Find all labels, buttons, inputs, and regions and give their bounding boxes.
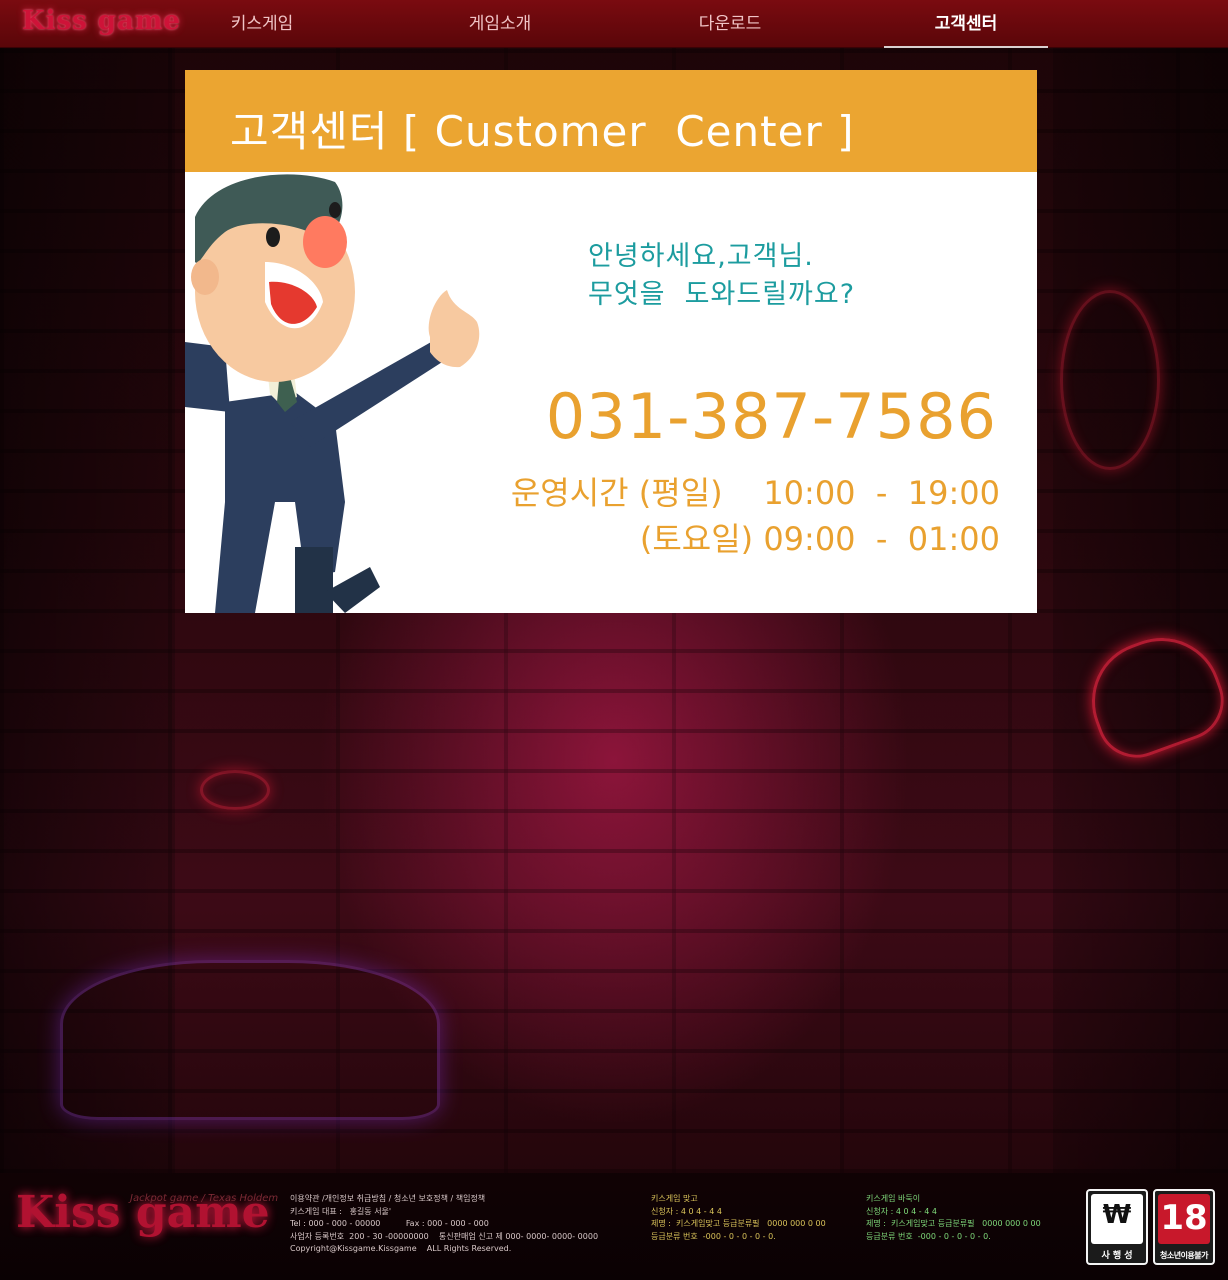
background-shade-right	[1053, 48, 1228, 1173]
greeting-text: 안녕하세요,고객님. 무엇을 도와드릴까요?	[588, 238, 855, 314]
footer-text-line: 키스게임 맞고	[651, 1194, 698, 1203]
footer-policy-links[interactable]: 이용약관 /개인정보 취급방침 / 청소년 보호정책 / 책임정책	[290, 1193, 598, 1206]
page-title: 고객센터 [ Customer Center ]	[230, 107, 855, 156]
panel-header: 고객센터 [ Customer Center ]	[185, 70, 1037, 172]
footer-text-line: 제명 : 키스게임맞고 등급분류필 0000 000 0 00	[866, 1219, 1041, 1228]
badge-label: 사 행 성	[1101, 1251, 1133, 1261]
footer-text-line: 신청자 : 4 0 4 - 4 4	[651, 1206, 722, 1216]
hours-saturday: (토요일) 09:00 - 01:00	[639, 520, 1000, 558]
top-navigation-bar: Kiss game 키스게임 게임소개 다운로드 고객센터	[0, 0, 1228, 48]
customer-center-panel: 고객센터 [ Customer Center ] 안녕하세요,고객님. 무엇을 …	[185, 70, 1037, 613]
neon-decoration	[60, 960, 440, 1120]
neon-decoration	[1060, 290, 1160, 470]
footer-text-line: Tel : 000 - 000 - 00000 Fax : 000 - 000 …	[290, 1219, 489, 1228]
gambling-rating-badge: ₩ 사 행 성	[1086, 1189, 1148, 1265]
footer-text-line: 등급분류 번호 -000 - 0 - 0 - 0 - 0.	[651, 1231, 776, 1241]
greeting-line-2: 무엇을 도와드릴까요?	[588, 279, 856, 310]
footer-text-line: 사업자 등록번호 200 - 30 -00000000 통신판매업 신고 제 0…	[290, 1231, 599, 1241]
mascot-businessman-illustration	[185, 174, 480, 613]
phone-number[interactable]: 031-387-7586	[546, 380, 997, 453]
footer: Kiss game Jackpot game / Texas Holdem 이용…	[0, 1173, 1228, 1280]
neon-decoration	[200, 770, 270, 810]
won-symbol-icon: ₩	[1102, 1200, 1132, 1230]
age-18-glyph: 18	[1160, 1198, 1208, 1238]
nav-item-kissgame[interactable]: 키스게임	[180, 0, 344, 48]
greeting-line-1: 안녕하세요,고객님.	[588, 241, 814, 272]
footer-text-line: 키스게임 대표 : 홍길동 서울'	[290, 1206, 392, 1216]
hours-weekday: 운영시간 (평일) 10:00 - 19:00	[510, 474, 1000, 512]
footer-copyright: Copyright@Kissgame.Kissgame ALL Rights R…	[290, 1244, 512, 1253]
nav-item-download[interactable]: 다운로드	[648, 0, 812, 48]
footer-company-info: 이용약관 /개인정보 취급방침 / 청소년 보호정책 / 책임정책 키스게임 대…	[290, 1193, 598, 1256]
money-bag-icon: ₩	[1091, 1194, 1143, 1244]
header-logo[interactable]: Kiss game	[22, 6, 181, 36]
nav-item-game-intro[interactable]: 게임소개	[418, 0, 582, 48]
age-18-rating-badge: 18 청소년이용불가	[1153, 1189, 1215, 1265]
footer-rating-matgo: 키스게임 맞고 신청자 : 4 0 4 - 4 4 제명 : 키스게임맞고 등급…	[651, 1193, 826, 1243]
footer-logo-subtext: Jackpot game / Texas Holdem	[130, 1193, 279, 1204]
footer-rating-baduki: 키스게임 바둑이 신청자 : 4 0 4 - 4 4 제명 : 키스게임맞고 등…	[866, 1193, 1041, 1243]
age-18-icon: 18	[1158, 1194, 1210, 1244]
footer-text-line: 등급분류 번호 -000 - 0 - 0 - 0 - 0.	[866, 1231, 991, 1241]
footer-text-line: 키스게임 바둑이	[866, 1194, 921, 1203]
nav-item-customer-center[interactable]: 고객센터	[884, 0, 1048, 48]
badge-label: 청소년이용불가	[1159, 1251, 1209, 1260]
footer-text-line: 제명 : 키스게임맞고 등급분류필 0000 000 0 00	[651, 1219, 826, 1228]
footer-text-line: 신청자 : 4 0 4 - 4 4	[866, 1206, 937, 1216]
